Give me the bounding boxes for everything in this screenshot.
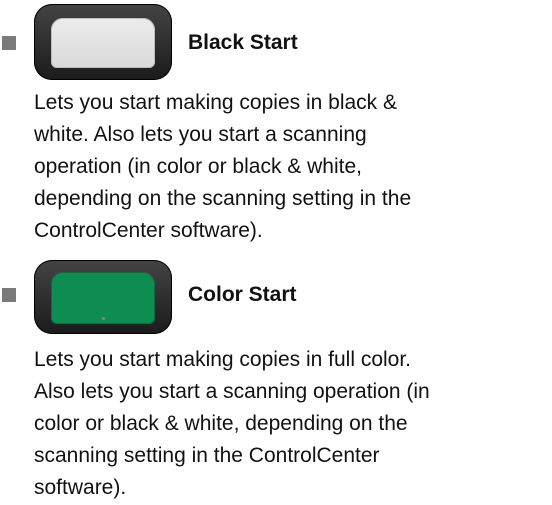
description-line: white. Also lets you start a scanning [34,123,367,146]
description-line: color or black & white, depending on the [34,412,408,435]
description-line: operation (in color or black & white, [34,155,362,178]
color-start-title: Color Start [188,283,297,306]
description-line: depending on the scanning setting in the [34,187,412,210]
black-start-key-icon [34,4,172,80]
description-line: scanning setting in the ControlCenter [34,444,380,467]
description-line: software). [34,476,127,499]
description-line: Also lets you start a scanning operation… [34,380,430,403]
color-start-key-icon [34,260,172,334]
black-start-description: Lets you start making copies in black & … [34,87,411,247]
color-start-description: Lets you start making copies in full col… [34,344,430,504]
description-line: ControlCenter software). [34,219,263,242]
bullet-square-icon [2,36,16,50]
description-line: Lets you start making copies in full col… [34,348,412,371]
led-indicator-icon [102,317,105,320]
black-start-title: Black Start [188,31,298,54]
description-line: Lets you start making copies in black & [34,91,398,114]
color-start-key-face [51,272,155,324]
bullet-square-icon [2,288,16,302]
black-start-key-face [51,18,155,68]
